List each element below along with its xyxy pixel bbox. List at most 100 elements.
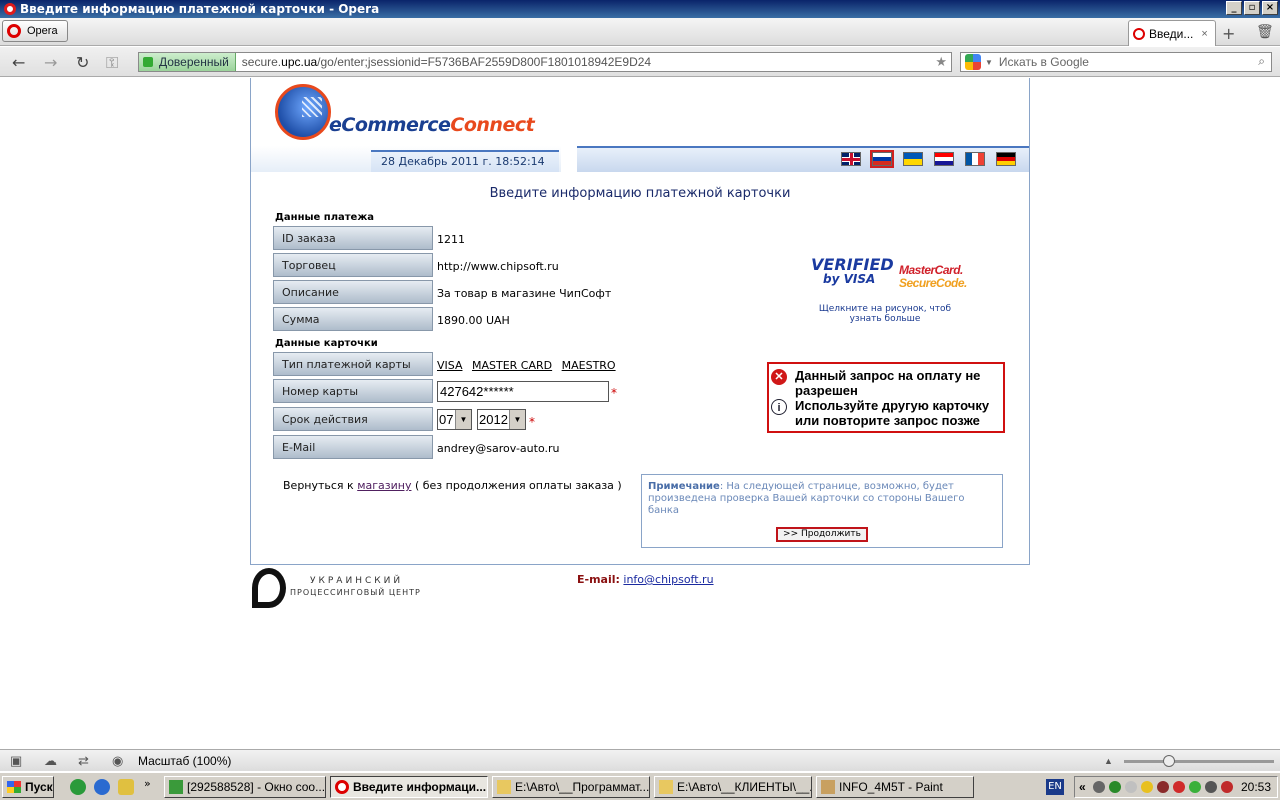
- card-type-mastercard[interactable]: MASTER CARD: [472, 359, 552, 372]
- zoom-up-icon[interactable]: ▲: [1104, 756, 1113, 766]
- security-badge[interactable]: Доверенный: [139, 53, 236, 71]
- flag-hr-icon[interactable]: [934, 152, 954, 166]
- reload-icon[interactable]: ↻: [76, 53, 89, 72]
- start-button[interactable]: Пуск: [2, 776, 54, 798]
- minimize-button[interactable]: _: [1226, 1, 1242, 15]
- footer-email-label: E-mail:: [577, 573, 620, 586]
- flag-ru-icon[interactable]: [870, 150, 894, 168]
- by-visa-text: by VISA: [823, 272, 876, 286]
- card-section-title: Данные карточки: [275, 338, 378, 349]
- tray-shield-icon[interactable]: [1173, 781, 1185, 793]
- language-indicator[interactable]: EN: [1046, 779, 1064, 795]
- card-type-visa[interactable]: VISA: [437, 359, 462, 372]
- verified-by-visa-logo[interactable]: VERIFIED by VISA: [811, 257, 894, 287]
- tab-favicon-icon: [1133, 27, 1145, 40]
- tray-expand-icon[interactable]: «: [1079, 780, 1086, 794]
- quicklaunch-more-icon[interactable]: »: [144, 777, 151, 790]
- chevron-down-icon[interactable]: ▼: [985, 58, 993, 67]
- card-type-maestro[interactable]: MAESTRO: [562, 359, 616, 372]
- arrow-left-icon[interactable]: ←: [12, 53, 25, 72]
- tray-network-icon[interactable]: [1109, 781, 1121, 793]
- folder-icon: [497, 780, 511, 794]
- search-icon[interactable]: ⌕: [1258, 54, 1265, 69]
- tray-antivirus-icon[interactable]: [1221, 781, 1233, 793]
- page-title: Введите информацию платежной карточки: [489, 186, 791, 201]
- chevron-down-icon[interactable]: ▼: [509, 410, 525, 429]
- securecode-text: SecureCode.: [899, 276, 967, 290]
- amount-label: Сумма: [273, 307, 433, 331]
- email-label: E-Mail: [273, 435, 433, 459]
- upc-logo-line2: ПРОЦЕССИНГОВЫЙ ЦЕНТР: [290, 588, 421, 597]
- maximize-button[interactable]: ▫: [1244, 1, 1260, 15]
- datetime-label: 28 Декабрь 2011 г. 18:52:14: [371, 150, 559, 172]
- tray-star-icon[interactable]: [1141, 781, 1153, 793]
- search-field[interactable]: ▼ Искать в Google ⌕: [960, 52, 1272, 72]
- tray-usb-icon[interactable]: [1125, 781, 1137, 793]
- card-type-label: Тип платежной карты: [273, 352, 433, 376]
- back-to-shop-link[interactable]: магазину: [357, 479, 411, 492]
- description-label: Описание: [273, 280, 433, 304]
- error-box: ✕ Данный запрос на оплату не разрешен i …: [767, 362, 1005, 433]
- flag-fr-icon[interactable]: [965, 152, 985, 166]
- note-label: Примечание: [648, 481, 720, 492]
- chevron-down-icon[interactable]: ▼: [455, 410, 471, 429]
- trash-icon[interactable]: 🗑: [1256, 24, 1274, 40]
- tray-blocked-icon[interactable]: [1205, 781, 1217, 793]
- url-prefix: secure.: [241, 55, 282, 69]
- bookmark-star-icon[interactable]: ★: [935, 54, 947, 70]
- search-placeholder: Искать в Google: [998, 55, 1089, 69]
- tray-check-icon[interactable]: [1189, 781, 1201, 793]
- key-icon[interactable]: ⚿: [106, 53, 118, 73]
- task-button[interactable]: [292588528] - Окно соо...: [164, 776, 326, 798]
- opera-logo-icon: [4, 3, 16, 15]
- clock: 20:53: [1240, 780, 1271, 794]
- task-button-active[interactable]: Введите информаци...: [330, 776, 488, 798]
- card-type-options: VISA MASTER CARD MAESTRO: [437, 359, 622, 372]
- date-bar: 28 Декабрь 2011 г. 18:52:14: [251, 146, 1029, 172]
- flag-ua-icon[interactable]: [903, 152, 923, 166]
- task-button[interactable]: E:\Авто\__Программат...: [492, 776, 650, 798]
- close-window-button[interactable]: ×: [1262, 1, 1278, 15]
- continue-button[interactable]: >> Продолжить: [776, 527, 868, 542]
- tray-speaker-icon[interactable]: [1093, 781, 1105, 793]
- logo-text-blue: eCommerce: [329, 114, 451, 136]
- utorrent-icon[interactable]: [70, 779, 86, 795]
- mastercard-text: MasterCard.: [899, 263, 963, 277]
- zoom-slider[interactable]: [1124, 755, 1274, 767]
- card-number-required: *: [611, 386, 617, 400]
- address-bar[interactable]: Доверенный secure.upc.ua/go/enter;jsessi…: [138, 52, 952, 72]
- tray-disk-icon[interactable]: [1157, 781, 1169, 793]
- task-button[interactable]: E:\Авто\__КЛИЕНТЫ\__...: [654, 776, 812, 798]
- arrow-right-icon[interactable]: →: [44, 53, 57, 72]
- task-button[interactable]: INFO_4M5T - Paint: [816, 776, 974, 798]
- tab-active[interactable]: Введи... ×: [1128, 20, 1216, 46]
- mastercard-securecode-logo[interactable]: MasterCard. SecureCode.: [899, 264, 967, 290]
- note-box: Примечание: На следующей странице, возмо…: [641, 474, 1003, 548]
- folder-icon: [659, 780, 673, 794]
- new-tab-icon[interactable]: +: [1222, 24, 1235, 43]
- flag-uk-icon[interactable]: [841, 152, 861, 166]
- footer-email-link[interactable]: info@chipsoft.ru: [623, 573, 713, 586]
- card-number-label: Номер карты: [273, 379, 433, 403]
- tab-close-icon[interactable]: ×: [1201, 28, 1207, 40]
- share-icon[interactable]: ⇄: [78, 753, 89, 769]
- task-label: [292588528] - Окно соо...: [187, 780, 326, 794]
- ie-icon[interactable]: [94, 779, 110, 795]
- zoom-label: Масштаб (100%): [138, 754, 232, 768]
- card-number-input[interactable]: 427642******: [437, 381, 609, 402]
- merchant-label: Торговец: [273, 253, 433, 277]
- speed-dial-icon[interactable]: ◉: [112, 753, 123, 769]
- cloud-icon[interactable]: ☁: [44, 753, 57, 769]
- logo-text: eCommerceConnect: [329, 114, 535, 136]
- panel-toggle-icon[interactable]: ▣: [10, 753, 22, 769]
- zoom-slider-handle[interactable]: [1163, 755, 1175, 767]
- paint-icon: [821, 780, 835, 794]
- flag-de-icon[interactable]: [996, 152, 1016, 166]
- expiry-year-select[interactable]: 2012 ▼: [477, 409, 526, 430]
- expiry-month-select[interactable]: 07 ▼: [437, 409, 472, 430]
- windows-logo-icon: [7, 781, 21, 793]
- opera-menu-button[interactable]: Opera: [2, 20, 68, 42]
- url-path: /go/enter;jsessionid=F5736BAF2559D800F18…: [317, 55, 652, 69]
- messenger-icon[interactable]: [118, 779, 134, 795]
- url-text[interactable]: secure.upc.ua/go/enter;jsessionid=F5736B…: [236, 55, 651, 69]
